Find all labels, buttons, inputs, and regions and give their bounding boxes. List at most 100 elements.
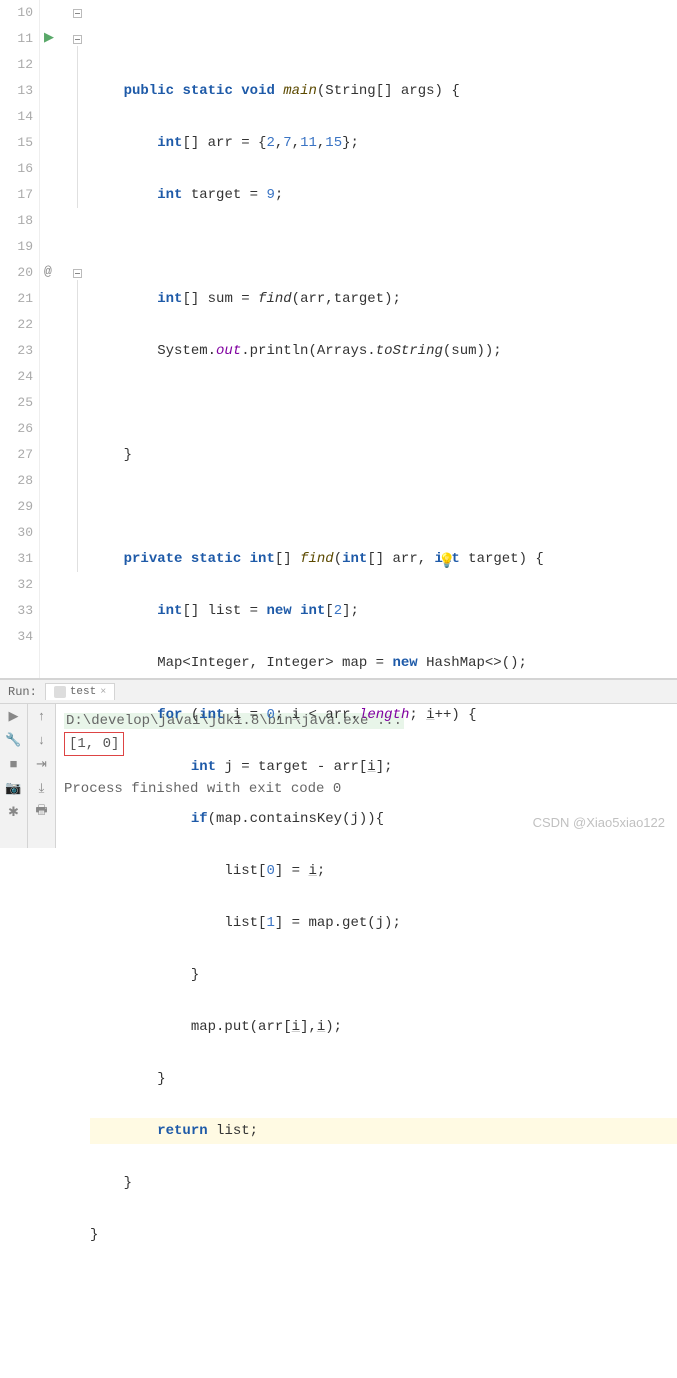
code-editor[interactable]: 10 11 12 13 14 15 16 17 18 19 20 21 22 2… bbox=[0, 0, 677, 679]
keyword: static bbox=[182, 83, 232, 99]
code-text: System. bbox=[157, 343, 216, 359]
line-number: 24 bbox=[0, 364, 33, 390]
keyword: new bbox=[392, 655, 417, 671]
fold-line bbox=[77, 280, 78, 572]
code-text: [] bbox=[275, 551, 300, 567]
up-button[interactable]: ↑ bbox=[34, 708, 50, 724]
line-number: 22 bbox=[0, 312, 33, 338]
code-text: ]; bbox=[342, 603, 359, 619]
rerun-button[interactable]: ▶ bbox=[6, 708, 22, 724]
keyword: int bbox=[250, 551, 275, 567]
code-text: (sum)); bbox=[443, 343, 502, 359]
code-text: [] arr, bbox=[367, 551, 434, 567]
code-text: [] list = bbox=[182, 603, 266, 619]
keyword: int bbox=[300, 603, 325, 619]
method-name: main bbox=[283, 83, 317, 99]
number: 0 bbox=[266, 863, 274, 879]
code-text: } bbox=[124, 447, 132, 463]
stop-button[interactable]: ■ bbox=[6, 756, 22, 772]
code-text: ++) { bbox=[435, 707, 477, 723]
code-text: (map.containsKey(j)){ bbox=[208, 811, 384, 827]
fold-toggle-icon[interactable] bbox=[73, 35, 82, 44]
line-number: 30 bbox=[0, 520, 33, 546]
method-call: find bbox=[258, 291, 292, 307]
keyword: static bbox=[191, 551, 241, 567]
method-call: toString bbox=[376, 343, 443, 359]
code-area[interactable]: public static void main(String[] args) {… bbox=[90, 0, 677, 678]
keyword: int bbox=[191, 759, 216, 775]
run-config-icon bbox=[54, 686, 66, 698]
variable: i bbox=[292, 1019, 300, 1035]
line-number: 13 bbox=[0, 78, 33, 104]
wrench-button[interactable]: 🔧 bbox=[6, 732, 22, 748]
field: out bbox=[216, 343, 241, 359]
code-text: .println(Arrays. bbox=[241, 343, 375, 359]
line-number: 28 bbox=[0, 468, 33, 494]
scroll-to-end-button[interactable]: ⤓ bbox=[34, 780, 50, 796]
run-gutter-icon[interactable]: ▶ bbox=[44, 30, 54, 45]
print-button[interactable]: 🖶 bbox=[34, 804, 50, 820]
line-number: 31 bbox=[0, 546, 33, 572]
number: 2 bbox=[334, 603, 342, 619]
code-text: map.put(arr[ bbox=[191, 1019, 292, 1035]
keyword: return bbox=[157, 1123, 207, 1139]
number: 9 bbox=[266, 187, 274, 203]
code-text: (String[] args) { bbox=[317, 83, 460, 99]
line-number: 34 bbox=[0, 624, 33, 650]
line-number-gutter: 10 11 12 13 14 15 16 17 18 19 20 21 22 2… bbox=[0, 0, 40, 678]
number: 1 bbox=[266, 915, 274, 931]
camera-button[interactable]: 📷 bbox=[6, 780, 22, 796]
code-text: } bbox=[191, 967, 199, 983]
intention-bulb-icon[interactable]: 💡 bbox=[438, 549, 455, 575]
code-text: [] sum = bbox=[182, 291, 258, 307]
code-text: ] = map.get(j); bbox=[275, 915, 401, 931]
line-number: 21 bbox=[0, 286, 33, 312]
line-number: 11 bbox=[0, 26, 33, 52]
code-text: ]; bbox=[376, 759, 393, 775]
code-text: ], bbox=[300, 1019, 317, 1035]
line-number: 14 bbox=[0, 104, 33, 130]
code-text: list[ bbox=[224, 915, 266, 931]
fold-toggle-icon[interactable] bbox=[73, 9, 82, 18]
keyword: for bbox=[157, 707, 182, 723]
line-number: 32 bbox=[0, 572, 33, 598]
line-number: 25 bbox=[0, 390, 33, 416]
code-text: [] arr = { bbox=[182, 135, 266, 151]
variable: i bbox=[292, 707, 300, 723]
code-text: HashMap<>(); bbox=[418, 655, 527, 671]
override-gutter-icon[interactable]: @ bbox=[44, 264, 52, 279]
code-text: }; bbox=[342, 135, 359, 151]
code-text: target = bbox=[182, 187, 266, 203]
settings-button[interactable]: ✱ bbox=[6, 804, 22, 820]
keyword: int bbox=[157, 291, 182, 307]
keyword: private bbox=[124, 551, 183, 567]
down-button[interactable]: ↓ bbox=[34, 732, 50, 748]
keyword: void bbox=[241, 83, 275, 99]
run-toolbar-left: ▶ 🔧 ■ 📷 ✱ bbox=[0, 704, 28, 848]
number: 7 bbox=[283, 135, 291, 151]
watermark: CSDN @Xiao5xiao122 bbox=[533, 815, 665, 830]
keyword: int bbox=[157, 135, 182, 151]
code-text: ; bbox=[275, 187, 283, 203]
line-number: 16 bbox=[0, 156, 33, 182]
fold-toggle-icon[interactable] bbox=[73, 269, 82, 278]
number: 2 bbox=[266, 135, 274, 151]
code-text: list[ bbox=[224, 863, 266, 879]
method-name: find bbox=[300, 551, 334, 567]
variable: i bbox=[367, 759, 375, 775]
code-text: ] = bbox=[275, 863, 309, 879]
line-number: 18 bbox=[0, 208, 33, 234]
code-text: Map<Integer, Integer> map = bbox=[157, 655, 392, 671]
keyword: public bbox=[124, 83, 174, 99]
field: length bbox=[359, 707, 409, 723]
code-text: j = target - arr[ bbox=[216, 759, 367, 775]
code-text: ; bbox=[317, 863, 325, 879]
run-toolbar-mid: ↑ ↓ ⇥ ⤓ 🖶 bbox=[28, 704, 56, 848]
soft-wrap-button[interactable]: ⇥ bbox=[34, 756, 50, 772]
variable: i bbox=[426, 707, 434, 723]
code-text: ); bbox=[325, 1019, 342, 1035]
fold-line bbox=[77, 46, 78, 208]
keyword: int bbox=[157, 187, 182, 203]
number: 11 bbox=[300, 135, 317, 151]
code-text: (arr,target); bbox=[292, 291, 401, 307]
